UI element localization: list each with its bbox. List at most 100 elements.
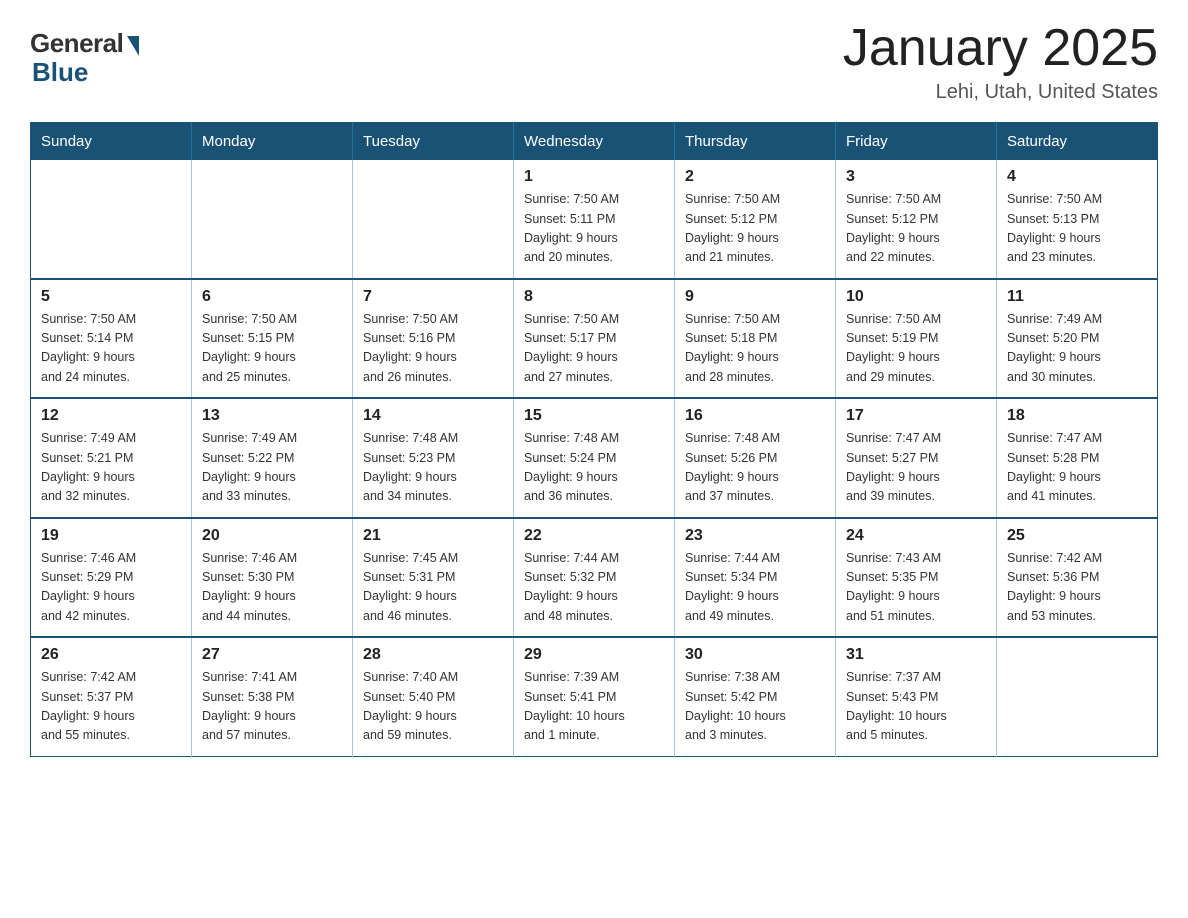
calendar-cell: 7Sunrise: 7:50 AMSunset: 5:16 PMDaylight… (353, 279, 514, 399)
day-info: Sunrise: 7:40 AMSunset: 5:40 PMDaylight:… (363, 668, 503, 746)
day-info: Sunrise: 7:48 AMSunset: 5:23 PMDaylight:… (363, 429, 503, 507)
calendar-cell: 10Sunrise: 7:50 AMSunset: 5:19 PMDayligh… (836, 279, 997, 399)
calendar-cell: 12Sunrise: 7:49 AMSunset: 5:21 PMDayligh… (31, 398, 192, 518)
day-number: 18 (1007, 407, 1147, 425)
calendar-cell: 20 Sunrise: 7:46 AMSunset: 5:30 PMDayligh… (192, 518, 353, 638)
day-info: Sunrise: 7:50 AMSunset: 5:11 PMDaylight:… (524, 190, 664, 268)
day-number: 26 (41, 646, 181, 664)
day-number: 21 (363, 527, 503, 545)
day-number: 20 (202, 527, 342, 545)
day-number: 25 (1007, 527, 1147, 545)
day-info: Sunrise: 7:49 AMSunset: 5:20 PMDaylight:… (1007, 310, 1147, 388)
logo: General Blue (30, 20, 139, 88)
calendar-cell: 16 Sunrise: 7:48 AMSunset: 5:26 PMDayligh… (675, 398, 836, 518)
calendar-cell: 18 Sunrise: 7:47 AMSunset: 5:28 PMDayligh… (997, 398, 1158, 518)
day-info: Sunrise: 7:50 AMSunset: 5:12 PMDaylight:… (846, 190, 986, 268)
day-info: Sunrise: 7:50 AMSunset: 5:12 PMDaylight:… (685, 190, 825, 268)
calendar-week-4: 19 Sunrise: 7:46 AMSunset: 5:29 PMDayligh… (31, 518, 1158, 638)
day-info: Sunrise: 7:42 AMSunset: 5:37 PMDaylight:… (41, 668, 181, 746)
calendar-cell: 27 Sunrise: 7:41 AMSunset: 5:38 PMDayligh… (192, 637, 353, 756)
logo-general-text: General (30, 28, 123, 59)
calendar-cell: 5 Sunrise: 7:50 AMSunset: 5:14 PMDaylight… (31, 279, 192, 399)
day-info: Sunrise: 7:39 AMSunset: 5:41 PMDaylight:… (524, 668, 664, 746)
day-info: Sunrise: 7:47 AMSunset: 5:28 PMDaylight:… (1007, 429, 1147, 507)
day-number: 12 (41, 407, 181, 425)
calendar-cell: 24Sunrise: 7:43 AMSunset: 5:35 PMDayligh… (836, 518, 997, 638)
day-info: Sunrise: 7:50 AMSunset: 5:15 PMDaylight:… (202, 310, 342, 388)
day-info: Sunrise: 7:45 AMSunset: 5:31 PMDaylight:… (363, 549, 503, 627)
calendar-cell: 11 Sunrise: 7:49 AMSunset: 5:20 PMDayligh… (997, 279, 1158, 399)
calendar-week-5: 26 Sunrise: 7:42 AMSunset: 5:37 PMDayligh… (31, 637, 1158, 756)
day-info: Sunrise: 7:44 AMSunset: 5:34 PMDaylight:… (685, 549, 825, 627)
calendar-cell: 26 Sunrise: 7:42 AMSunset: 5:37 PMDayligh… (31, 637, 192, 756)
calendar-cell: 14 Sunrise: 7:48 AMSunset: 5:23 PMDayligh… (353, 398, 514, 518)
calendar-cell: 31Sunrise: 7:37 AMSunset: 5:43 PMDayligh… (836, 637, 997, 756)
day-of-week-saturday: Saturday (997, 123, 1158, 161)
day-number: 30 (685, 646, 825, 664)
calendar-week-1: 1 Sunrise: 7:50 AMSunset: 5:11 PMDaylight… (31, 160, 1158, 279)
day-number: 14 (363, 407, 503, 425)
day-number: 2 (685, 168, 825, 186)
calendar-header: SundayMondayTuesdayWednesdayThursdayFrid… (31, 123, 1158, 161)
page-header: General Blue January 2025 Lehi, Utah, Un… (30, 20, 1158, 104)
day-info: Sunrise: 7:46 AMSunset: 5:29 PMDaylight:… (41, 549, 181, 627)
logo-blue-text: Blue (32, 57, 88, 88)
day-info: Sunrise: 7:50 AMSunset: 5:18 PMDaylight:… (685, 310, 825, 388)
days-of-week-row: SundayMondayTuesdayWednesdayThursdayFrid… (31, 123, 1158, 161)
day-number: 22 (524, 527, 664, 545)
day-info: Sunrise: 7:42 AMSunset: 5:36 PMDaylight:… (1007, 549, 1147, 627)
calendar-cell: 9 Sunrise: 7:50 AMSunset: 5:18 PMDaylight… (675, 279, 836, 399)
calendar-cell: 19 Sunrise: 7:46 AMSunset: 5:29 PMDayligh… (31, 518, 192, 638)
day-info: Sunrise: 7:41 AMSunset: 5:38 PMDaylight:… (202, 668, 342, 746)
calendar-cell: 23 Sunrise: 7:44 AMSunset: 5:34 PMDayligh… (675, 518, 836, 638)
day-info: Sunrise: 7:50 AMSunset: 5:14 PMDaylight:… (41, 310, 181, 388)
day-info: Sunrise: 7:50 AMSunset: 5:16 PMDaylight:… (363, 310, 503, 388)
calendar-table: SundayMondayTuesdayWednesdayThursdayFrid… (30, 122, 1158, 757)
day-number: 16 (685, 407, 825, 425)
calendar-cell: 21 Sunrise: 7:45 AMSunset: 5:31 PMDayligh… (353, 518, 514, 638)
day-number: 5 (41, 288, 181, 306)
calendar-cell: 3Sunrise: 7:50 AMSunset: 5:12 PMDaylight… (836, 160, 997, 279)
calendar-cell: 2 Sunrise: 7:50 AMSunset: 5:12 PMDaylight… (675, 160, 836, 279)
calendar-cell: 30Sunrise: 7:38 AMSunset: 5:42 PMDayligh… (675, 637, 836, 756)
day-number: 1 (524, 168, 664, 186)
calendar-cell: 13 Sunrise: 7:49 AMSunset: 5:22 PMDayligh… (192, 398, 353, 518)
day-number: 8 (524, 288, 664, 306)
calendar-cell: 15Sunrise: 7:48 AMSunset: 5:24 PMDayligh… (514, 398, 675, 518)
calendar-cell (353, 160, 514, 279)
day-number: 11 (1007, 288, 1147, 306)
calendar-cell: 28 Sunrise: 7:40 AMSunset: 5:40 PMDayligh… (353, 637, 514, 756)
month-title: January 2025 (843, 20, 1158, 77)
calendar-cell: 1 Sunrise: 7:50 AMSunset: 5:11 PMDaylight… (514, 160, 675, 279)
calendar-cell (31, 160, 192, 279)
day-number: 9 (685, 288, 825, 306)
day-number: 23 (685, 527, 825, 545)
day-number: 27 (202, 646, 342, 664)
day-info: Sunrise: 7:49 AMSunset: 5:22 PMDaylight:… (202, 429, 342, 507)
calendar-cell (192, 160, 353, 279)
day-number: 4 (1007, 168, 1147, 186)
day-number: 29 (524, 646, 664, 664)
calendar-cell: 4 Sunrise: 7:50 AMSunset: 5:13 PMDaylight… (997, 160, 1158, 279)
day-info: Sunrise: 7:46 AMSunset: 5:30 PMDaylight:… (202, 549, 342, 627)
day-number: 19 (41, 527, 181, 545)
day-number: 13 (202, 407, 342, 425)
day-number: 6 (202, 288, 342, 306)
calendar-cell (997, 637, 1158, 756)
calendar-cell: 29 Sunrise: 7:39 AMSunset: 5:41 PMDayligh… (514, 637, 675, 756)
day-of-week-sunday: Sunday (31, 123, 192, 161)
day-info: Sunrise: 7:50 AMSunset: 5:13 PMDaylight:… (1007, 190, 1147, 268)
calendar-cell: 6 Sunrise: 7:50 AMSunset: 5:15 PMDaylight… (192, 279, 353, 399)
day-of-week-thursday: Thursday (675, 123, 836, 161)
day-of-week-monday: Monday (192, 123, 353, 161)
day-info: Sunrise: 7:48 AMSunset: 5:26 PMDaylight:… (685, 429, 825, 507)
calendar-body: 1 Sunrise: 7:50 AMSunset: 5:11 PMDaylight… (31, 160, 1158, 756)
calendar-cell: 22Sunrise: 7:44 AMSunset: 5:32 PMDayligh… (514, 518, 675, 638)
day-of-week-wednesday: Wednesday (514, 123, 675, 161)
day-info: Sunrise: 7:50 AMSunset: 5:17 PMDaylight:… (524, 310, 664, 388)
day-info: Sunrise: 7:48 AMSunset: 5:24 PMDaylight:… (524, 429, 664, 507)
day-number: 28 (363, 646, 503, 664)
day-of-week-tuesday: Tuesday (353, 123, 514, 161)
day-number: 31 (846, 646, 986, 664)
day-info: Sunrise: 7:47 AMSunset: 5:27 PMDaylight:… (846, 429, 986, 507)
